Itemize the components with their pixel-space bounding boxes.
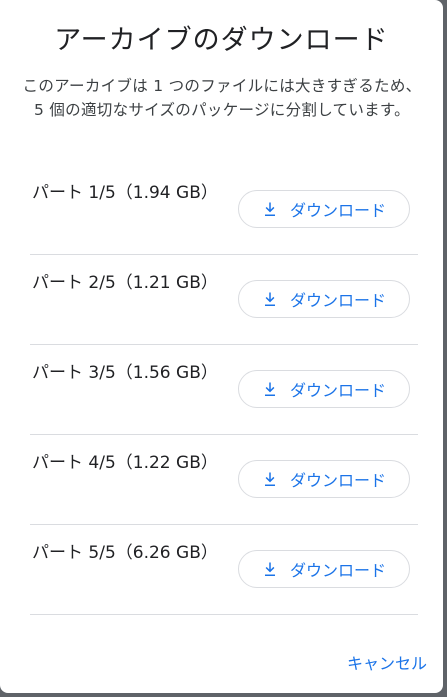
download-button[interactable]: ダウンロード	[238, 550, 410, 588]
part-label: パート 1/5（1.94 GB）	[32, 183, 218, 203]
download-button-label: ダウンロード	[289, 381, 386, 400]
download-archive-dialog: アーカイブのダウンロード このアーカイブは 1 つのファイルには大きすぎるため、…	[0, 0, 443, 693]
list-item: パート 4/5（1.22 GB） ダウンロード	[30, 435, 418, 525]
download-button-label: ダウンロード	[289, 471, 386, 490]
parts-list: パート 1/5（1.94 GB） ダウンロード パート 2/5（1.21 GB）…	[30, 165, 418, 615]
download-button-label: ダウンロード	[289, 291, 386, 310]
part-label: パート 4/5（1.22 GB）	[32, 453, 218, 473]
list-item: パート 2/5（1.21 GB） ダウンロード	[30, 255, 418, 345]
part-label: パート 5/5（6.26 GB）	[32, 543, 218, 563]
download-icon	[262, 381, 278, 397]
list-item: パート 5/5（6.26 GB） ダウンロード	[30, 525, 418, 615]
download-icon	[262, 291, 278, 307]
cancel-button[interactable]: キャンセル	[347, 650, 427, 674]
dialog-title: アーカイブのダウンロード	[54, 25, 389, 56]
download-icon	[262, 471, 278, 487]
download-icon	[262, 201, 278, 217]
download-button[interactable]: ダウンロード	[238, 370, 410, 408]
download-button[interactable]: ダウンロード	[238, 280, 410, 318]
dialog-description: このアーカイブは 1 つのファイルには大きすぎるため、5 個の適切なサイズのパッ…	[22, 77, 422, 119]
download-button-label: ダウンロード	[289, 561, 386, 580]
list-item: パート 1/5（1.94 GB） ダウンロード	[30, 165, 418, 255]
download-button-label: ダウンロード	[289, 201, 386, 220]
download-icon	[262, 561, 278, 577]
part-label: パート 2/5（1.21 GB）	[32, 273, 218, 293]
part-label: パート 3/5（1.56 GB）	[32, 363, 218, 383]
list-item: パート 3/5（1.56 GB） ダウンロード	[30, 345, 418, 435]
download-button[interactable]: ダウンロード	[238, 460, 410, 498]
download-button[interactable]: ダウンロード	[238, 190, 410, 228]
